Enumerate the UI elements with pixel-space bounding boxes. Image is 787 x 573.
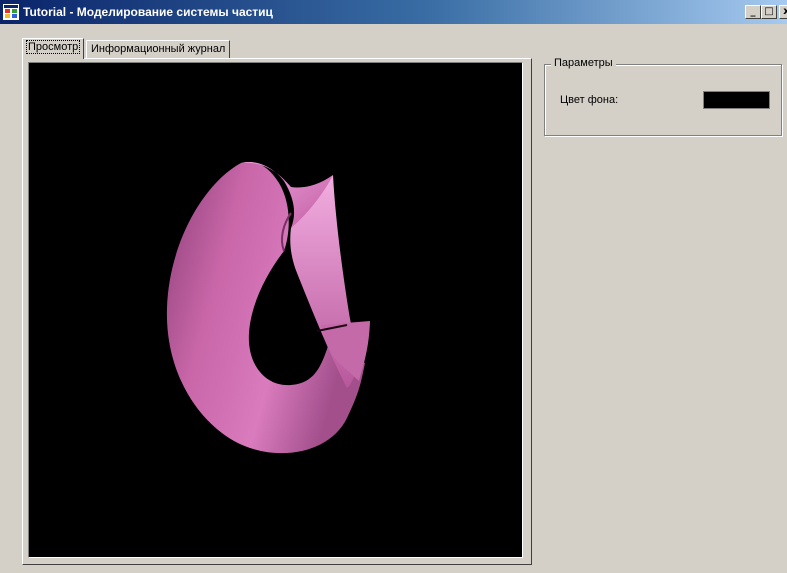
title-bar[interactable]: Tutorial - Моделирование системы частиц … xyxy=(0,0,787,24)
tab-info-log[interactable]: Информационный журнал xyxy=(86,40,231,58)
tab-panel-preview xyxy=(22,58,532,565)
app-icon[interactable] xyxy=(3,4,19,20)
background-color-swatch[interactable] xyxy=(703,91,770,109)
close-button[interactable]: x xyxy=(779,5,787,19)
parameters-title: Параметры xyxy=(551,57,616,70)
maximize-button[interactable]: □ xyxy=(761,5,777,19)
rendered-surface xyxy=(166,161,370,454)
minimize-icon: _ xyxy=(750,6,756,17)
render-viewport[interactable] xyxy=(28,62,523,558)
close-icon: x xyxy=(783,6,787,17)
background-color-label: Цвет фона: xyxy=(560,94,619,106)
tab-preview[interactable]: Просмотр xyxy=(22,38,85,59)
maximize-icon: □ xyxy=(764,6,774,17)
tab-info-log-label: Информационный журнал xyxy=(91,43,226,55)
window-title: Tutorial - Моделирование системы частиц xyxy=(23,5,273,19)
minimize-button[interactable]: _ xyxy=(745,5,761,19)
tab-preview-label: Просмотр xyxy=(25,40,81,54)
